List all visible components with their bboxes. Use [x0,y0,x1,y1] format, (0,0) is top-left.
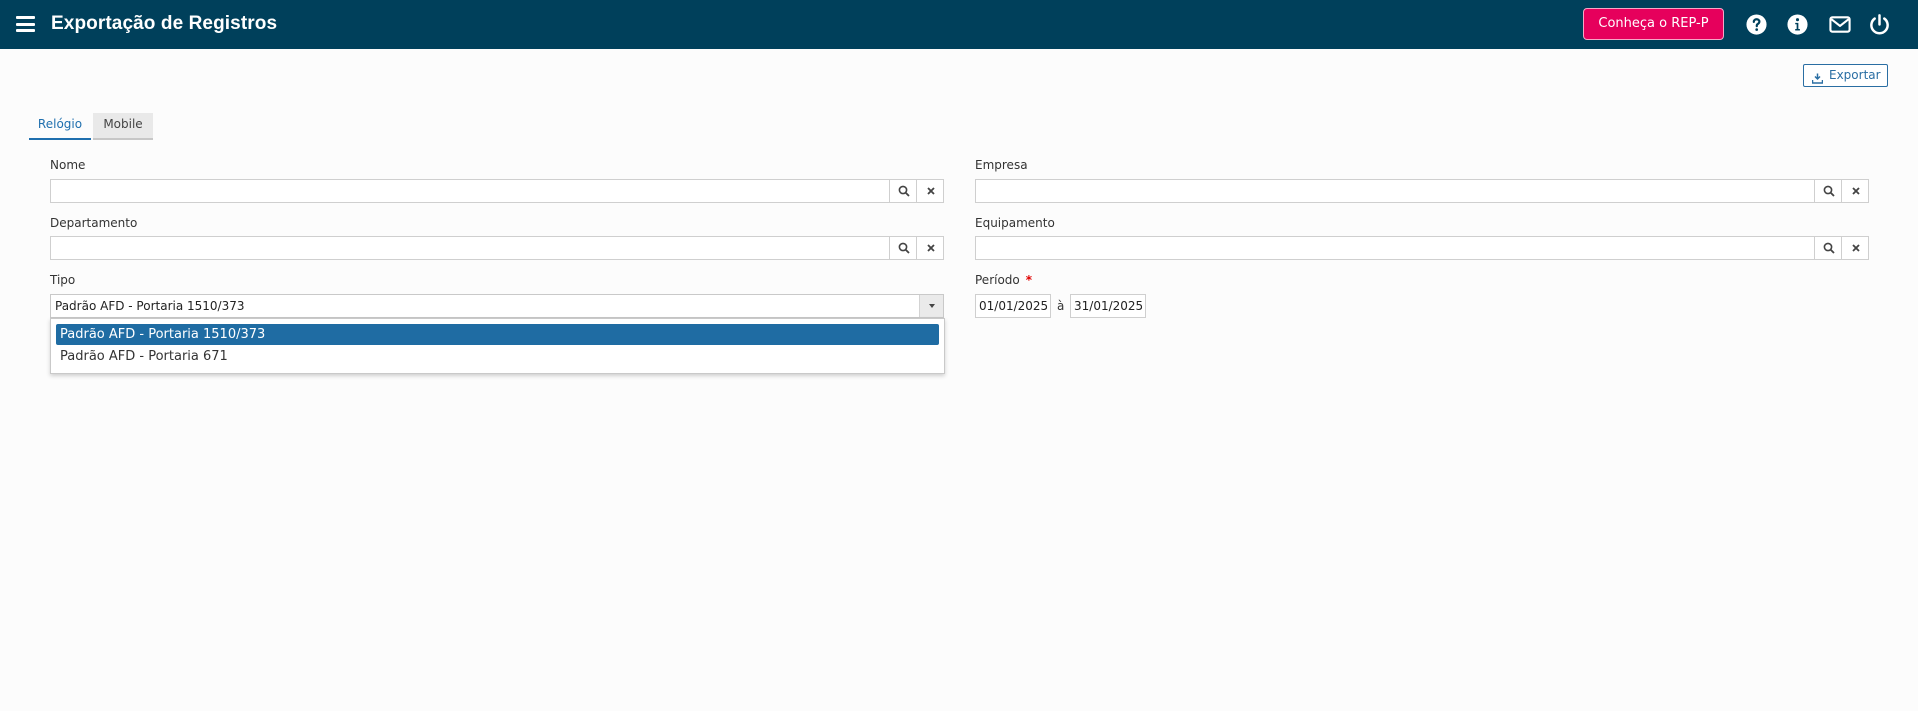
periodo-label: Período * [975,273,1032,287]
close-icon [1852,244,1860,252]
tab-relogio[interactable]: Relógio [29,113,91,140]
nome-clear-button[interactable] [916,180,943,202]
tipo-select-value: Padrão AFD - Portaria 1510/373 [55,299,245,313]
search-icon [898,185,910,197]
nome-input[interactable] [51,180,889,202]
empresa-search-button[interactable] [1814,180,1841,202]
mail-icon[interactable] [1828,13,1851,36]
empresa-input[interactable] [976,180,1814,202]
help-icon[interactable] [1745,13,1768,36]
nome-lookup [50,179,944,203]
search-icon [1823,185,1835,197]
periodo-end-field[interactable]: 31/01/2025 [1070,294,1146,318]
download-icon [1811,70,1824,84]
departamento-lookup [50,236,944,260]
empresa-lookup [975,179,1869,203]
departamento-label: Departamento [50,216,138,230]
equipamento-lookup [975,236,1869,260]
close-icon [1852,187,1860,195]
equipamento-input[interactable] [976,237,1814,259]
nome-label: Nome [50,158,86,172]
info-icon[interactable] [1786,13,1809,36]
chevron-down-icon[interactable] [919,295,943,317]
search-icon [1823,242,1835,254]
tab-mobile[interactable]: Mobile [93,113,153,140]
periodo-separator: à [1057,299,1065,313]
top-bar: Exportação de Registros Conheça o REP-P [0,0,1918,49]
tipo-option-671[interactable]: Padrão AFD - Portaria 671 [56,346,939,367]
close-icon [927,244,935,252]
departamento-search-button[interactable] [889,237,916,259]
tipo-dropdown: Padrão AFD - Portaria 1510/373 Padrão AF… [50,318,945,374]
rep-p-button[interactable]: Conheça o REP-P [1583,8,1724,40]
tipo-label: Tipo [50,273,76,287]
equipamento-search-button[interactable] [1814,237,1841,259]
empresa-label: Empresa [975,158,1028,172]
nome-search-button[interactable] [889,180,916,202]
equipamento-label: Equipamento [975,216,1055,230]
tipo-select[interactable]: Padrão AFD - Portaria 1510/373 [50,294,944,318]
menu-icon[interactable] [16,16,35,32]
page-title: Exportação de Registros [51,13,278,34]
empresa-clear-button[interactable] [1841,180,1868,202]
power-icon[interactable] [1868,13,1891,36]
export-label: Exportar [1829,68,1881,82]
close-icon [927,187,935,195]
search-icon [898,242,910,254]
periodo-start-field[interactable]: 01/01/2025 [975,294,1051,318]
periodo-label-text: Período [975,273,1020,287]
departamento-input[interactable] [51,237,889,259]
required-marker: * [1025,273,1033,287]
tipo-option-1510[interactable]: Padrão AFD - Portaria 1510/373 [56,324,939,345]
export-button[interactable]: Exportar [1803,64,1888,87]
departamento-clear-button[interactable] [916,237,943,259]
equipamento-clear-button[interactable] [1841,237,1868,259]
